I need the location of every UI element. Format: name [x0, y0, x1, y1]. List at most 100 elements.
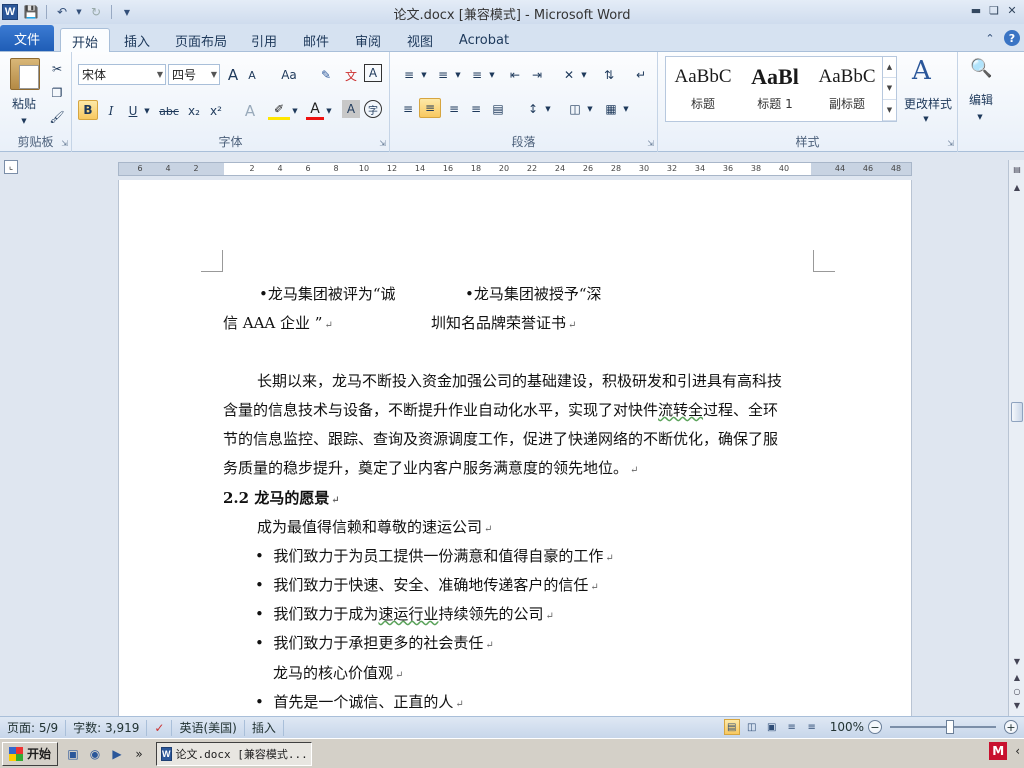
show-desktop-icon[interactable]: ▣	[64, 745, 82, 763]
insert-mode[interactable]: 插入	[245, 719, 284, 736]
decrease-indent-icon[interactable]: ⇤	[504, 64, 526, 86]
style-heading-1[interactable]: AaBl 标题 1	[740, 59, 810, 119]
more-styles-icon[interactable]: ▼	[883, 100, 896, 121]
chevron-down-icon[interactable]: ▼	[544, 98, 552, 120]
zoom-level[interactable]: 100%	[830, 720, 864, 734]
save-icon[interactable]: 💾	[22, 3, 40, 21]
subscript-button[interactable]: x₂	[184, 100, 204, 122]
copy-icon[interactable]: ❐	[48, 82, 66, 104]
zoom-slider[interactable]	[890, 720, 996, 734]
format-painter-icon[interactable]: 🖌	[48, 106, 66, 128]
chevron-down-icon[interactable]: ▼	[972, 106, 988, 128]
vertical-scrollbar[interactable]: ▤ ▲ ▼ ▲ ○ ▼	[1008, 160, 1024, 716]
numbering-icon[interactable]: ≡	[432, 64, 454, 86]
justify-icon[interactable]: ≡	[466, 98, 486, 120]
browser-icon[interactable]: ◉	[86, 745, 104, 763]
tab-view[interactable]: 视图	[400, 28, 440, 52]
chevron-down-icon[interactable]: ▼	[622, 98, 630, 120]
cut-icon[interactable]: ✂	[48, 58, 66, 80]
zoom-slider-thumb[interactable]	[946, 720, 954, 734]
page-count[interactable]: 页面: 5/9	[0, 719, 67, 736]
dialog-launcher-icon[interactable]: ⇲	[947, 139, 954, 148]
underline-button[interactable]: U	[124, 100, 142, 122]
enclose-characters-icon[interactable]: 字	[364, 100, 382, 118]
superscript-button[interactable]: x²	[206, 100, 226, 122]
highlight-icon[interactable]: ✐	[268, 100, 290, 120]
paste-dropdown-icon[interactable]: ▼	[14, 110, 34, 132]
close-icon[interactable]: ✕	[1004, 2, 1020, 18]
browse-object-icon[interactable]: ○	[1010, 684, 1024, 698]
shrink-font-button[interactable]: A	[244, 64, 260, 86]
zoom-in-icon[interactable]: +	[1004, 720, 1018, 734]
tab-home[interactable]: 开始	[60, 28, 110, 53]
bullets-icon[interactable]: ≡	[398, 64, 420, 86]
tab-references[interactable]: 引用	[244, 28, 284, 52]
minimize-ribbon-icon[interactable]: ⌃	[982, 30, 998, 46]
change-styles-icon[interactable]: A	[912, 56, 931, 86]
show-marks-icon[interactable]: ↵	[630, 64, 652, 86]
chevron-down-icon[interactable]: ▼	[918, 108, 934, 130]
align-left-icon[interactable]: ≡	[398, 98, 418, 120]
chevron-down-icon[interactable]: ▼	[157, 70, 163, 79]
font-color-dropdown-icon[interactable]: ▼	[324, 100, 334, 122]
next-page-icon[interactable]: ▼	[1010, 698, 1024, 712]
web-layout-icon[interactable]: ▣	[764, 719, 780, 735]
dialog-launcher-icon[interactable]: ⇲	[61, 139, 68, 148]
help-icon[interactable]: ?	[1004, 30, 1020, 46]
chevron-down-icon[interactable]: ▼	[580, 64, 588, 86]
clear-format-icon[interactable]: ✎	[316, 64, 336, 86]
chevron-down-icon[interactable]: ▼	[586, 98, 594, 120]
chevron-down-icon[interactable]: ▼	[211, 70, 217, 79]
chevron-down-icon[interactable]: ▼	[454, 64, 462, 86]
more-icon[interactable]: »	[130, 745, 148, 763]
print-layout-icon[interactable]: ▤	[723, 719, 740, 735]
redo-icon[interactable]: ↻	[87, 3, 105, 21]
chevron-down-icon[interactable]: ▼	[488, 64, 496, 86]
zoom-out-icon[interactable]: −	[868, 720, 882, 734]
multilevel-list-icon[interactable]: ≡	[466, 64, 488, 86]
binoculars-icon[interactable]: 🔍	[970, 58, 992, 79]
sort-icon[interactable]: ⇅	[598, 64, 620, 86]
customize-qa-icon[interactable]: ▼	[118, 3, 136, 21]
start-button[interactable]: 开始	[2, 741, 59, 766]
style-subtitle[interactable]: AaBbC 副标题	[812, 59, 882, 119]
ruler-toggle-icon[interactable]: ▤	[1010, 162, 1024, 176]
scroll-down-icon[interactable]: ▼	[1010, 654, 1024, 668]
tray-expand-icon[interactable]: ‹	[1015, 744, 1020, 758]
language-indicator[interactable]: 英语(美国)	[172, 719, 245, 736]
word-count[interactable]: 字数: 3,919	[66, 719, 148, 736]
paste-icon[interactable]	[10, 58, 40, 90]
bold-button[interactable]: B	[78, 100, 98, 120]
grow-font-button[interactable]: A	[224, 64, 242, 86]
asian-layout-icon[interactable]: ✕	[558, 64, 580, 86]
tab-page-layout[interactable]: 页面布局	[168, 28, 234, 52]
font-size-combo[interactable]: 四号 ▼	[168, 64, 220, 85]
minimize-icon[interactable]: ▬	[968, 2, 984, 18]
document-page[interactable]: •龙马集团被评为“诚 •龙马集团被授予“深 信 AAA 企业 ” ↵ 圳知名品牌荣…	[118, 180, 912, 716]
restore-icon[interactable]: ❏	[986, 2, 1002, 18]
change-case-button[interactable]: Aa	[276, 64, 302, 86]
full-screen-reading-icon[interactable]: ◫	[744, 719, 760, 735]
borders-icon[interactable]: ▦	[600, 98, 622, 120]
draft-icon[interactable]: ≡	[804, 719, 820, 735]
outline-icon[interactable]: ≡	[784, 719, 800, 735]
underline-dropdown-icon[interactable]: ▼	[142, 100, 152, 122]
chevron-up-icon[interactable]: ▲	[883, 57, 896, 79]
tab-file[interactable]: 文件	[0, 25, 54, 51]
word-app-icon[interactable]: W	[2, 4, 18, 20]
tray-app-icon[interactable]: M	[989, 742, 1008, 760]
text-effects-icon[interactable]: A	[240, 100, 260, 122]
horizontal-ruler[interactable]: 6 4 2 2 4 6 8 10 12 14 16 18 20 22 24 26…	[118, 162, 912, 176]
highlight-dropdown-icon[interactable]: ▼	[290, 100, 300, 122]
tab-selector-icon[interactable]: ⌞	[4, 160, 18, 174]
font-color-icon[interactable]: A	[306, 100, 324, 120]
character-shading-icon[interactable]: A	[342, 100, 360, 118]
align-center-icon[interactable]: ≡	[419, 98, 441, 118]
dialog-launcher-icon[interactable]: ⇲	[379, 139, 386, 148]
undo-icon[interactable]: ↶	[53, 3, 71, 21]
align-right-icon[interactable]: ≡	[444, 98, 464, 120]
style-title[interactable]: AaBbC 标题	[668, 59, 738, 119]
previous-page-icon[interactable]: ▲	[1010, 670, 1024, 684]
scroll-up-icon[interactable]: ▲	[1010, 180, 1024, 194]
tab-acrobat[interactable]: Acrobat	[452, 28, 516, 52]
